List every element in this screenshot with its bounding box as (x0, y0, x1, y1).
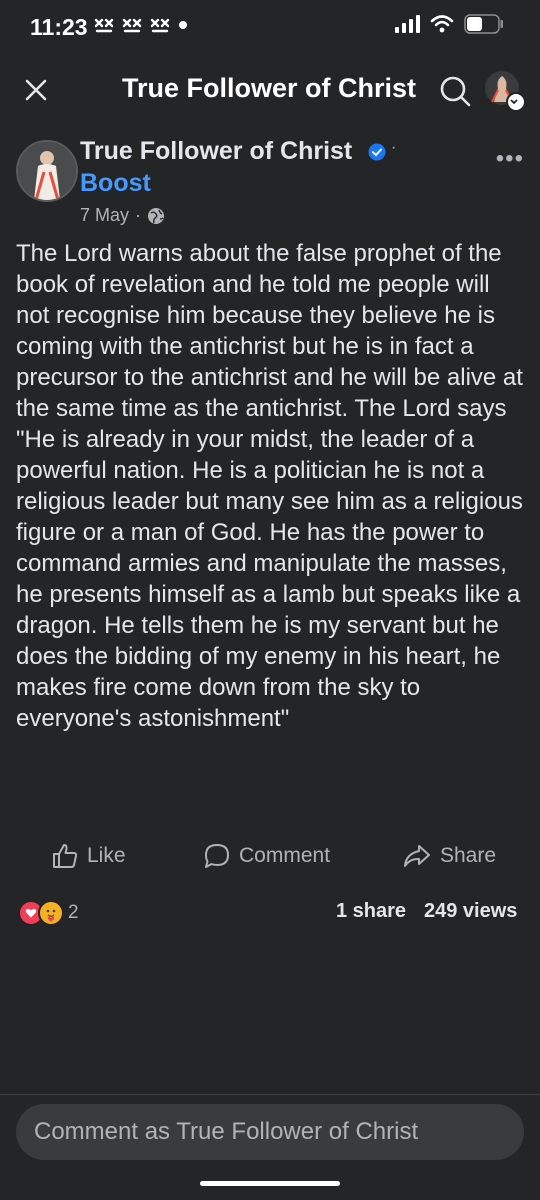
meta-separator: · (135, 205, 142, 225)
post-text: The Lord warns about the false prophet o… (16, 240, 523, 732)
comment-placeholder: Comment as True Follower of Christ (34, 1118, 419, 1145)
boost-button[interactable]: Boost (80, 169, 151, 198)
page-title: True Follower of Christ (122, 73, 417, 103)
status-bar: 11:23 (0, 0, 540, 60)
post-meta: 7 May · (80, 205, 165, 226)
dot-icon (179, 21, 187, 29)
care-reaction-icon (38, 900, 64, 926)
share-label: Share (440, 844, 497, 867)
share-button[interactable]: Share (402, 842, 496, 870)
like-button[interactable]: Like (51, 842, 126, 870)
comment-label: Comment (239, 844, 331, 867)
reaction-count: 2 (68, 902, 79, 923)
post-actions: Like Comment Share (0, 842, 540, 882)
reactions-summary[interactable]: 2 (18, 900, 79, 926)
share-icon (404, 845, 430, 867)
notification-icon (94, 18, 114, 33)
post-date[interactable]: 7 May (80, 205, 129, 226)
system-icons (394, 14, 504, 34)
page-avatar[interactable] (16, 140, 78, 202)
status-time: 11:23 (30, 14, 88, 40)
comment-input[interactable]: Comment as True Follower of Christ (16, 1104, 524, 1160)
search-icon[interactable] (438, 74, 472, 108)
page-name[interactable]: True Follower of Christ (80, 137, 352, 166)
post-stats: 2 1 share 249 views (0, 898, 540, 928)
name-separator: · (391, 139, 397, 156)
home-indicator[interactable] (200, 1181, 340, 1186)
comment-icon (205, 844, 229, 868)
top-bar: True Follower of Christ (0, 60, 540, 120)
share-count[interactable]: 1 share (336, 900, 406, 923)
battery-icon (464, 14, 503, 34)
chevron-down-icon (506, 92, 526, 112)
verified-badge-icon (368, 143, 386, 161)
post-header: True Follower of Christ · Boost 7 May · … (0, 137, 540, 232)
close-icon[interactable] (22, 76, 50, 104)
wifi-icon (430, 15, 454, 33)
more-options-icon[interactable]: ••• (496, 145, 524, 173)
avatar-image (18, 142, 76, 200)
globe-icon (148, 207, 165, 224)
divider (0, 1094, 540, 1095)
like-icon (53, 844, 78, 868)
notification-icons (94, 16, 188, 34)
signal-icon (395, 15, 420, 33)
notification-icon (122, 18, 142, 33)
notification-icon (150, 18, 170, 33)
comment-button[interactable]: Comment (203, 842, 330, 870)
view-count: 249 views (424, 900, 518, 922)
profile-switcher[interactable] (484, 70, 526, 112)
like-label: Like (87, 844, 126, 867)
